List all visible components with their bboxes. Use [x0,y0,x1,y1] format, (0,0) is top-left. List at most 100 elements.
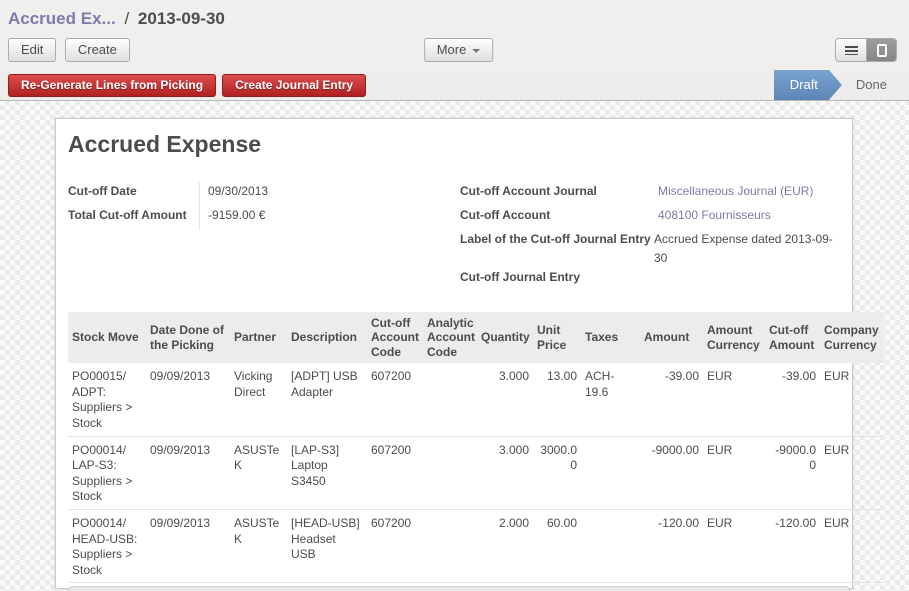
fields-left: Cut-off Date09/30/2013Total Cut-off Amou… [68,182,460,292]
table-cell: EUR [703,436,765,509]
horizontal-scrollbar[interactable] [68,586,850,591]
form-view-icon [877,44,887,57]
field-row: Cut-off Journal Entry [460,268,840,292]
statusbar: DraftDone [774,70,901,100]
table-cell: EUR [820,363,884,436]
field-groups: Cut-off Date09/30/2013Total Cut-off Amou… [68,182,840,292]
column-header: Analytic Account Code [423,312,477,363]
form-header-bar: Re-Generate Lines from Picking Create Jo… [0,70,909,101]
chevron-down-icon [472,49,480,53]
table-cell: 60.00 [533,509,581,582]
form-view-button[interactable] [866,39,896,61]
field-row: Cut-off Date09/30/2013 [68,182,460,206]
table-cell [423,363,477,436]
breadcrumb-current: 2013-09-30 [138,9,225,28]
field-label: Cut-off Date [68,182,200,206]
list-view-button[interactable] [836,39,866,61]
content-area: Accrued Expense Cut-off Date09/30/2013To… [0,101,909,590]
table-cell: 607200 [367,363,423,436]
column-header: Amount Currency [703,312,765,363]
table-cell: 09/09/2013 [146,436,230,509]
table-cell: -120.00 [640,509,703,582]
table-cell: 3.000 [477,436,533,509]
table-cell: 09/09/2013 [146,509,230,582]
table-cell: 2.000 [477,509,533,582]
table-cell: -120.00 [765,509,820,582]
table-cell: PO00014/​LAP-S3: Suppliers > Stock [68,436,146,509]
column-header: Stock Move [68,312,146,363]
table-cell: 607200 [367,436,423,509]
table-cell: EUR [703,509,765,582]
table-cell: 3.000 [477,363,533,436]
table-cell: [ADPT] USB Adapter [287,363,367,436]
table-cell: [HEAD-USB] Headset USB [287,509,367,582]
table-cell: PO00015/​ADPT: Suppliers > Stock [68,363,146,436]
table-cell: 09/09/2013 [146,363,230,436]
table-cell: ASUSTeK [230,509,287,582]
table-cell: PO00014/​HEAD-USB: Suppliers > Stock [68,509,146,582]
more-button-label: More [437,42,467,57]
field-row: Cut-off Account JournalMiscellaneous Jou… [460,182,840,206]
table-cell: -9000.00 [640,436,703,509]
table-cell: [LAP-S3] Laptop S3450 [287,436,367,509]
create-button[interactable]: Create [65,38,130,62]
table-cell [423,509,477,582]
create-journal-entry-button[interactable]: Create Journal Entry [222,74,366,97]
column-header: Partner [230,312,287,363]
table-cell [581,436,640,509]
regenerate-lines-button[interactable]: Re-Generate Lines from Picking [8,74,216,97]
field-label: Cut-off Account [460,206,658,230]
field-value: 09/30/2013 [200,182,268,206]
edit-button[interactable]: Edit [8,38,56,62]
list-view-icon [845,46,858,55]
column-header: Cut-off Account Code [367,312,423,363]
form-sheet: Accrued Expense Cut-off Date09/30/2013To… [55,118,853,589]
status-step-draft: Draft [774,70,842,100]
table-cell [423,436,477,509]
field-value-link[interactable]: 408100 Fournisseurs [658,206,771,230]
field-label: Total Cut-off Amount [68,206,200,230]
column-header: Amount [640,312,703,363]
table-cell: ACH-19.6 [581,363,640,436]
column-header: Taxes [581,312,640,363]
field-value: Accrued Expense dated 2013-09-30 [654,230,840,268]
column-header: Date Done of the Picking [146,312,230,363]
toolbar: Edit Create More [8,38,901,63]
column-header: Company Currency [820,312,884,363]
table-cell: 3000.00 [533,436,581,509]
table-cell: EUR [820,436,884,509]
table-cell: EUR [703,363,765,436]
breadcrumb-separator: / [120,9,133,28]
table-header-row: Stock MoveDate Done of the PickingPartne… [68,312,884,363]
cutoff-lines-table: Stock MoveDate Done of the PickingPartne… [68,312,884,583]
field-row: Total Cut-off Amount-9159.00 € [68,206,460,230]
table-cell: -39.00 [640,363,703,436]
field-value-link[interactable]: Miscellaneous Journal (EUR) [658,182,813,206]
table-cell [581,509,640,582]
column-header: Unit Price [533,312,581,363]
breadcrumb-parent-link[interactable]: Accrued Ex... [8,9,116,28]
column-header: Cut-off Amount [765,312,820,363]
table-cell: -9000.00 [765,436,820,509]
table-row[interactable]: PO00014/​LAP-S3: Suppliers > Stock09/09/… [68,436,884,509]
table-head: Stock MoveDate Done of the PickingPartne… [68,312,884,363]
column-header: Quantity [477,312,533,363]
more-button[interactable]: More [424,38,494,62]
table-cell: ASUSTeK [230,436,287,509]
field-row: Label of the Cut-off Journal EntryAccrue… [460,230,840,268]
table-cell: 607200 [367,509,423,582]
column-header: Description [287,312,367,363]
table-row[interactable]: PO00014/​HEAD-USB: Suppliers > Stock09/0… [68,509,884,582]
table-cell: Vicking Direct [230,363,287,436]
table-cell: EUR [820,509,884,582]
view-switcher [835,38,897,62]
field-label: Cut-off Journal Entry [460,268,658,292]
field-label: Cut-off Account Journal [460,182,658,206]
table-cell: -39.00 [765,363,820,436]
breadcrumb: Accrued Ex... / 2013-09-30 [8,0,901,29]
status-step-done: Done [842,70,901,100]
field-row: Cut-off Account408100 Fournisseurs [460,206,840,230]
fields-right: Cut-off Account JournalMiscellaneous Jou… [460,182,840,292]
top-bar: Accrued Ex... / 2013-09-30 Edit Create M… [0,0,909,70]
table-row[interactable]: PO00015/​ADPT: Suppliers > Stock09/09/20… [68,363,884,436]
